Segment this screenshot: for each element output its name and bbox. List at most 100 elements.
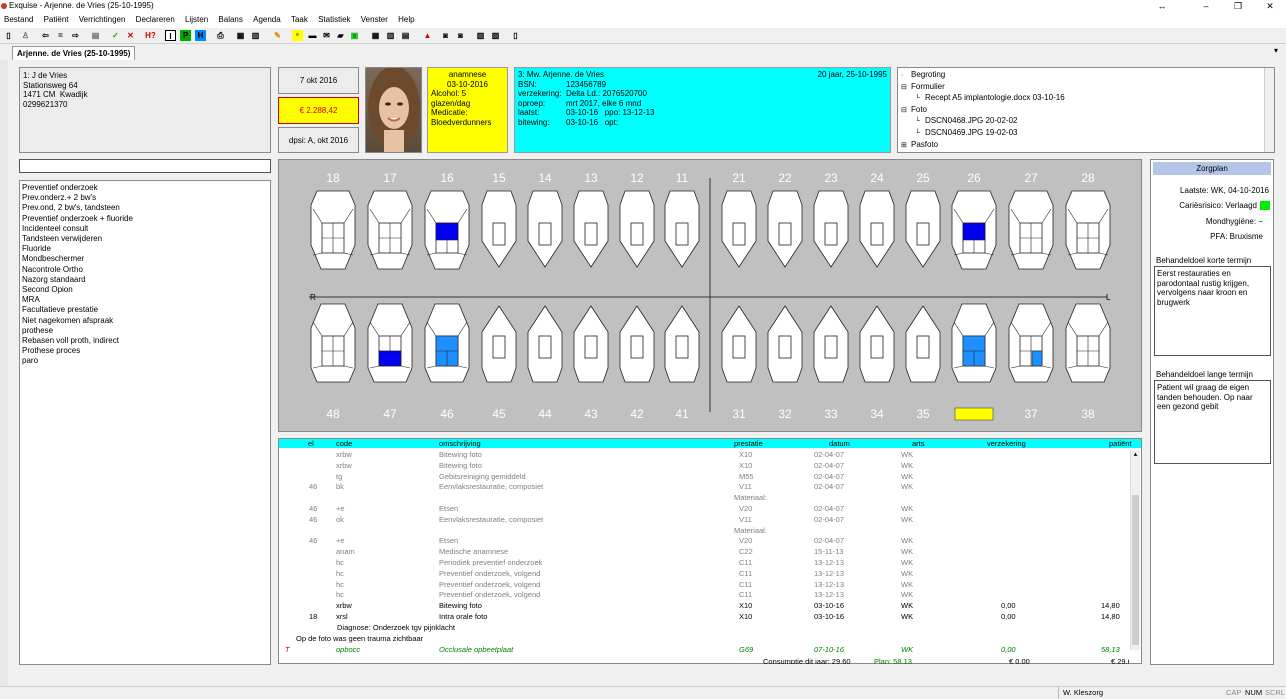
table-row[interactable]: 46 +e Etsen V20 02-04-07 WK: [279, 535, 1129, 546]
menu-lijsten[interactable]: Lijsten: [181, 13, 212, 26]
tab-dropdown-icon[interactable]: ▾: [1274, 46, 1278, 55]
table-scrollbar[interactable]: ▴: [1130, 450, 1140, 650]
column-header[interactable]: el: [308, 439, 314, 448]
image-icon[interactable]: ▧: [475, 30, 486, 41]
p-icon[interactable]: P: [180, 30, 191, 41]
help-icon[interactable]: H?: [145, 30, 156, 41]
menu-verrichtingen[interactable]: Verrichtingen: [75, 13, 130, 26]
table-row[interactable]: hc Preventief onderzoek, volgend C11 13-12-…: [279, 579, 1129, 590]
patient-info-panel[interactable]: 3: Mw. Arjenne. de Vries 20 jaar, 25-10-…: [514, 67, 891, 153]
note-icon[interactable]: ≡: [292, 30, 303, 41]
table-row[interactable]: Materiaal:: [279, 492, 1129, 503]
calendar-icon[interactable]: ▦: [235, 30, 246, 41]
long-term-text[interactable]: Patient wil graag de eigen tanden behoud…: [1154, 380, 1271, 464]
camera2-icon[interactable]: ◙: [455, 30, 466, 41]
pencil-icon[interactable]: ✎: [272, 30, 283, 41]
menu-balans[interactable]: Balans: [214, 13, 246, 26]
tree-item[interactable]: ⊞ Pasfoto: [901, 140, 1271, 152]
procedure-item[interactable]: Preventief onderzoek + fluoride: [22, 214, 268, 224]
tree-item[interactable]: ⊟ Foto: [901, 105, 1271, 117]
menu-patient[interactable]: Patiënt: [40, 13, 73, 26]
tree-item[interactable]: ⊟ Formulier: [901, 82, 1271, 94]
resize-icon[interactable]: ↔: [1150, 0, 1174, 13]
rows-icon[interactable]: ▤: [400, 30, 411, 41]
grid-icon[interactable]: ▦: [370, 30, 381, 41]
table-row[interactable]: hc Periodiek preventief onderzoek C11 13-12…: [279, 557, 1129, 568]
tree-item[interactable]: └ DSCN0468.JPG 20-02-02: [901, 116, 1271, 128]
procedure-item[interactable]: Preventief onderzoek: [22, 183, 268, 193]
column-header[interactable]: prestatie: [734, 439, 763, 448]
procedure-item[interactable]: prothese: [22, 326, 268, 336]
expand-icon[interactable]: ⊞: [901, 141, 911, 151]
procedure-item[interactable]: Fluoride: [22, 244, 268, 254]
phone-icon[interactable]: ▯: [510, 30, 521, 41]
procedure-item[interactable]: Niet nagekomen afspraak: [22, 316, 268, 326]
mail-icon[interactable]: ✉: [321, 30, 332, 41]
menu-statistiek[interactable]: Statistiek: [314, 13, 354, 26]
tree-scrollbar[interactable]: [1264, 68, 1274, 152]
print-icon[interactable]: ▤: [90, 30, 101, 41]
column-header[interactable]: verzekering: [987, 439, 1026, 448]
close-button[interactable]: ✕: [1258, 0, 1282, 13]
dental-chart[interactable]: R L 18 17 16 15 14 13 12 11 21 22 23 24 25 26 27 28 48 47 46…: [278, 159, 1142, 432]
minimize-button[interactable]: –: [1194, 0, 1218, 13]
table-row[interactable]: 46 bk Eenvlaksrestauratie, composiet V11 02-…: [279, 481, 1129, 492]
check-icon[interactable]: ✓: [110, 30, 121, 41]
list-icon[interactable]: ▬: [307, 30, 318, 41]
table-row[interactable]: xrbw Bitewing foto X10 03-10-16 WK 0,00 14,80: [279, 600, 1129, 611]
table-row[interactable]: xrbw Bitewing foto X10 02-04-07 WK: [279, 449, 1129, 460]
patient-photo[interactable]: [365, 67, 422, 153]
procedure-item[interactable]: Rebasen voll proth, indirect: [22, 336, 268, 346]
h-icon[interactable]: H: [195, 30, 206, 41]
column-header[interactable]: arts: [912, 439, 925, 448]
table-row[interactable]: 46 +e Etsen V20 02-04-07 WK: [279, 503, 1129, 514]
anamnese-panel[interactable]: anamnese 03-10-2016 Alcohol: 5 glazen/da…: [427, 67, 508, 153]
forward-icon[interactable]: ⇨: [70, 30, 81, 41]
menu-bestand[interactable]: Bestand: [0, 13, 37, 26]
column-header[interactable]: datum: [829, 439, 850, 448]
new-icon[interactable]: ▯: [3, 30, 14, 41]
menu-venster[interactable]: Venster: [357, 13, 392, 26]
procedure-item[interactable]: Facultatieve prestatie: [22, 305, 268, 315]
folder-icon[interactable]: ▰: [335, 30, 346, 41]
table-row[interactable]: Materiaal:: [279, 525, 1129, 536]
menu-help[interactable]: Help: [394, 13, 418, 26]
procedure-item[interactable]: paro: [22, 356, 268, 366]
procedure-item[interactable]: Prothese proces: [22, 346, 268, 356]
alert-icon[interactable]: ▲: [422, 30, 433, 41]
procedure-item[interactable]: MRA: [22, 295, 268, 305]
equal-icon[interactable]: =: [55, 30, 66, 41]
i-icon[interactable]: I: [165, 30, 176, 41]
procedure-item[interactable]: Prev.onderz.+ 2 bw's: [22, 193, 268, 203]
balance-amount[interactable]: € 2.288,42: [278, 97, 359, 124]
scroll-up-icon[interactable]: ▴: [1131, 450, 1140, 458]
procedure-item[interactable]: Second Opion: [22, 285, 268, 295]
collapse-icon[interactable]: ⊟: [901, 106, 911, 116]
image2-icon[interactable]: ▧: [490, 30, 501, 41]
column-header[interactable]: omschrijving: [439, 439, 481, 448]
tree-item[interactable]: └ DSCN0469.JPG 19-02-03: [901, 128, 1271, 140]
table-row[interactable]: 18 xrsl Intra orale foto X10 03-10-16 WK 0,00 1…: [279, 611, 1129, 622]
menu-taak[interactable]: Taak: [287, 13, 312, 26]
maximize-button[interactable]: ❐: [1226, 0, 1250, 13]
table-row[interactable]: xrbw Bitewing foto X10 02-04-07 WK: [279, 460, 1129, 471]
procedure-item[interactable]: Nazorg standaard: [22, 275, 268, 285]
tree-item[interactable]: · Begroting: [901, 70, 1271, 82]
table-row[interactable]: hc Preventief onderzoek, volgend C11 13-12-…: [279, 568, 1129, 579]
procedure-item[interactable]: Prev.ond, 2 bw's, tandsteen: [22, 203, 268, 213]
procedure-search-input[interactable]: [19, 159, 271, 173]
table-row[interactable]: tg Gebitsreiniging gemiddeld M55 02-04-07 WK: [279, 471, 1129, 482]
plan-row[interactable]: Topbocc Occlusale opbeetplaat G69 07-10-16 W…: [279, 644, 1129, 655]
card-icon[interactable]: ▥: [250, 30, 261, 41]
short-term-text[interactable]: Eerst restauraties en parodontaal rustig…: [1154, 266, 1271, 356]
tab-patient[interactable]: Arjenne. de Vries (25-10-1995): [12, 46, 136, 60]
tree-item[interactable]: └ Recept A5 implantologie.docx 03-10-16: [901, 93, 1271, 105]
menu-declareren[interactable]: Declareren: [132, 13, 179, 26]
collapse-icon[interactable]: ⊟: [901, 83, 911, 93]
procedure-item[interactable]: Incidenteel consult: [22, 224, 268, 234]
table-row[interactable]: anam Medische anamnese C22 15-11-13 WK: [279, 546, 1129, 557]
back-icon[interactable]: ⇦: [40, 30, 51, 41]
columns-icon[interactable]: ▥: [385, 30, 396, 41]
printer-icon[interactable]: ⎙: [215, 30, 226, 41]
export-icon[interactable]: ▣: [349, 30, 360, 41]
